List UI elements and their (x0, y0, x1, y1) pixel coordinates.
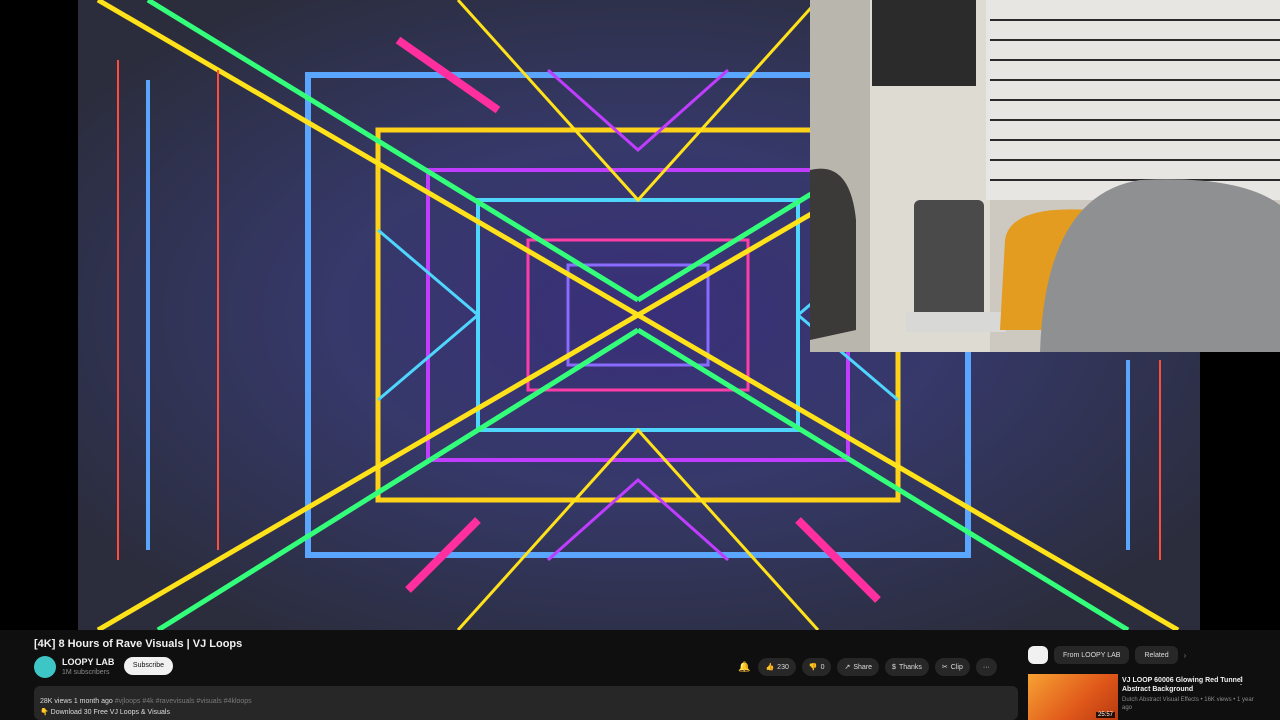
chevron-right-icon[interactable]: › (1184, 651, 1187, 660)
channel-name[interactable]: LOOPY LAB (62, 657, 114, 667)
thanks-button[interactable]: $ Thanks (885, 658, 929, 676)
dislike-button[interactable]: 👎 0 (801, 658, 832, 676)
video-thumbnail[interactable]: 25:57 (1028, 674, 1118, 720)
chip-related[interactable]: Related (1135, 646, 1178, 664)
share-button[interactable]: ↗ Share (837, 658, 880, 676)
watch-info-area: [4K] 8 Hours of Rave Visuals | VJ Loops … (0, 630, 1280, 720)
subscribe-button[interactable]: Subscribe (124, 657, 173, 675)
description-text: 👇 Download 30 Free VJ Loops & Visuals (40, 709, 170, 716)
subscriber-count: 1M subscribers (62, 669, 110, 676)
like-count: 230 (777, 663, 789, 671)
thumbs-up-icon: 👍 (765, 664, 775, 671)
notification-bell-icon[interactable]: 🔔 (738, 662, 750, 673)
description-box[interactable]: 28K views 1 month ago #vjloops #4k #rave… (34, 686, 1018, 720)
related-chips: From LOOPY LAB Related › (1028, 646, 1186, 664)
more-actions-button[interactable]: ··· (975, 658, 997, 676)
thanks-label: Thanks (898, 663, 922, 671)
description-stats-line: 28K views 1 month ago #vjloops #4k #rave… (40, 698, 252, 705)
share-label: Share (853, 663, 873, 671)
channel-avatar[interactable] (34, 656, 56, 678)
chip-icon[interactable] (1028, 646, 1048, 664)
view-stats: 28K views 1 month ago (40, 698, 113, 705)
thumbs-down-icon: 👎 (808, 664, 818, 671)
hashtags[interactable]: #vjloops #4k #ravevisuals #visuals #4klo… (115, 698, 252, 705)
video-title: [4K] 8 Hours of Rave Visuals | VJ Loops (34, 638, 243, 650)
clip-button[interactable]: ✂ Clip (934, 658, 970, 676)
share-icon: ↗ (844, 664, 851, 671)
webcam-overlay (810, 0, 1280, 352)
chip-from-channel[interactable]: From LOOPY LAB (1054, 646, 1130, 664)
like-button[interactable]: 👍 230 (758, 658, 796, 676)
dislike-label: 0 (820, 663, 825, 671)
action-bar: 🔔 👍 230 👎 0 ↗ Share $ Thanks ✂ Clip ··· (738, 658, 997, 676)
scissors-icon: ✂ (941, 664, 948, 671)
next-video-meta: Dutch Abstract Visual Effects • 16K view… (1122, 697, 1254, 711)
clip-label: Clip (950, 663, 963, 671)
more-vert-icon[interactable]: ⋮ (1236, 676, 1246, 687)
thanks-icon: $ (892, 663, 896, 671)
video-duration: 25:57 (1095, 712, 1115, 718)
